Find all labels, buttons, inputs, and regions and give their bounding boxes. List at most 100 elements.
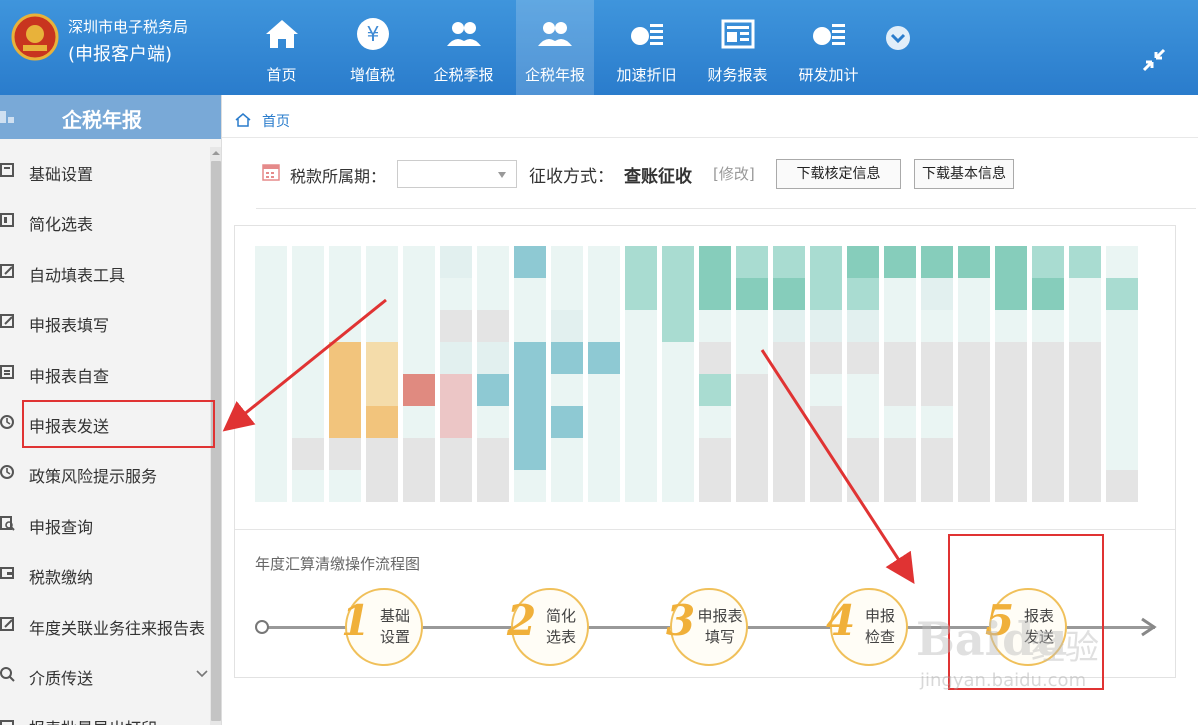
sidebar-item-label: 简化选表 [29, 215, 94, 235]
mosaic-cell [699, 406, 731, 438]
mosaic-cell [255, 246, 287, 278]
mosaic-cell [1069, 374, 1101, 406]
mosaic-cell [625, 406, 657, 438]
sidebar-item-media-transfer[interactable]: 介质传送 [0, 651, 210, 701]
mosaic-cell [662, 374, 694, 406]
mosaic-cell [995, 342, 1027, 374]
users-icon [538, 22, 572, 46]
scroll-up-icon[interactable] [212, 149, 220, 157]
sidebar-item-self-check[interactable]: 申报表自查 [0, 349, 210, 399]
collapse-icon[interactable] [1140, 46, 1168, 74]
mosaic-cell [773, 278, 805, 310]
mosaic-cell [292, 246, 324, 278]
chevron-down-icon[interactable] [885, 25, 911, 51]
flow-step-form-fill[interactable]: 3 申报表 填写 [666, 588, 748, 666]
mosaic-cell [440, 406, 472, 438]
mosaic-cell [329, 438, 361, 470]
sidebar-item-batch-export[interactable]: 报表批量导出打印 [0, 701, 210, 725]
mosaic-cell [995, 406, 1027, 438]
mosaic-cell [255, 310, 287, 342]
nav-accelerated-depreciation[interactable]: 加速折旧 [608, 0, 685, 95]
mosaic-cell [921, 342, 953, 374]
nav-home[interactable]: 首页 [243, 0, 320, 95]
sidebar-item-query[interactable]: 申报查询 [0, 500, 210, 550]
mosaic-cell [514, 342, 546, 374]
step-number: 3 [666, 596, 696, 645]
modify-link[interactable]: [修改] [713, 163, 755, 184]
mosaic-cell [292, 470, 324, 502]
mosaic-cell [625, 342, 657, 374]
step-label: 简化 选表 [535, 606, 587, 648]
mosaic-cell [884, 374, 916, 406]
flow-title: 年度汇算清缴操作流程图 [255, 555, 421, 573]
mosaic-cell [1106, 310, 1138, 342]
mosaic-cell [958, 246, 990, 278]
mosaic-cell [255, 406, 287, 438]
mosaic-cell [403, 342, 435, 374]
mosaic-cell [699, 342, 731, 374]
nav-rd-deduction[interactable]: 研发加计 [790, 0, 867, 95]
mosaic-cell [847, 406, 879, 438]
home-icon[interactable] [234, 111, 252, 129]
mosaic-cell [662, 342, 694, 374]
nav-annual-tax[interactable]: 企税年报 [516, 0, 594, 95]
step-label: 基础 设置 [369, 606, 421, 648]
sidebar-item-tax-payment[interactable]: 税款缴纳 [0, 550, 210, 600]
nav-quarterly-tax[interactable]: 企税季报 [425, 0, 502, 95]
mosaic-cell [1032, 470, 1064, 502]
sidebar-item-basic-settings[interactable]: 基础设置 [0, 147, 210, 197]
mosaic-cell [810, 406, 842, 438]
baidu-watermark: Baidu 经验 jingyan.baidu.com [916, 612, 1146, 702]
mosaic-cell [440, 278, 472, 310]
mosaic-cell [366, 438, 398, 470]
mosaic-cell [736, 438, 768, 470]
mosaic-cell [1106, 406, 1138, 438]
mosaic-cell [884, 246, 916, 278]
mosaic-cell [477, 342, 509, 374]
report-icon [721, 19, 755, 49]
mosaic-cell [329, 246, 361, 278]
nav-financial-report[interactable]: 财务报表 [699, 0, 776, 95]
nav-vat[interactable]: ¥ 增值税 [334, 0, 411, 95]
edit-icon [0, 263, 14, 278]
flow-step-form-check[interactable]: 4 申报 检查 [826, 588, 908, 666]
sidebar-item-form-fill[interactable]: 申报表填写 [0, 298, 210, 348]
mosaic-cell [292, 406, 324, 438]
mosaic-cell [884, 438, 916, 470]
sidebar-item-simplified-select[interactable]: 简化选表 [0, 197, 210, 247]
period-select[interactable] [397, 160, 517, 188]
breadcrumb-home[interactable]: 首页 [262, 111, 290, 131]
mosaic-cell [477, 406, 509, 438]
mosaic-cell [588, 438, 620, 470]
mosaic-cell [1032, 342, 1064, 374]
sidebar-item-related-party-report[interactable]: 年度关联业务往来报告表 [0, 601, 210, 651]
mosaic-cell [847, 310, 879, 342]
edit-icon [0, 616, 14, 631]
mosaic-cell [1032, 278, 1064, 310]
collection-method-label: 征收方式： [529, 167, 614, 187]
mosaic-cell [292, 278, 324, 310]
mosaic-cell [514, 374, 546, 406]
chevron-down-icon[interactable] [196, 669, 208, 679]
home-icon [266, 20, 298, 48]
mosaic-cell [255, 470, 287, 502]
mosaic-cell [440, 374, 472, 406]
mosaic-cell [736, 470, 768, 502]
step-number: 1 [341, 596, 371, 645]
mosaic-cell [773, 406, 805, 438]
mosaic-cell [810, 374, 842, 406]
mosaic-cell [1069, 406, 1101, 438]
divider [235, 529, 1175, 530]
flow-step-simplified-select[interactable]: 2 简化 选表 [507, 588, 589, 666]
sidebar-item-auto-fill-tool[interactable]: 自动填表工具 [0, 248, 210, 298]
download-basic-info-button[interactable]: 下载基本信息 [914, 159, 1014, 189]
sidebar-item-label: 报表批量导出打印 [29, 715, 157, 725]
sidebar-item-policy-risk[interactable]: 政策风险提示服务 [0, 449, 210, 499]
mosaic-cell [625, 310, 657, 342]
flow-step-basic-settings[interactable]: 1 基础 设置 [341, 588, 423, 666]
mosaic-cell [810, 342, 842, 374]
search-icon [0, 666, 15, 682]
mosaic-cell [699, 374, 731, 406]
mosaic-cell [958, 374, 990, 406]
download-check-info-button[interactable]: 下载核定信息 [776, 159, 901, 189]
